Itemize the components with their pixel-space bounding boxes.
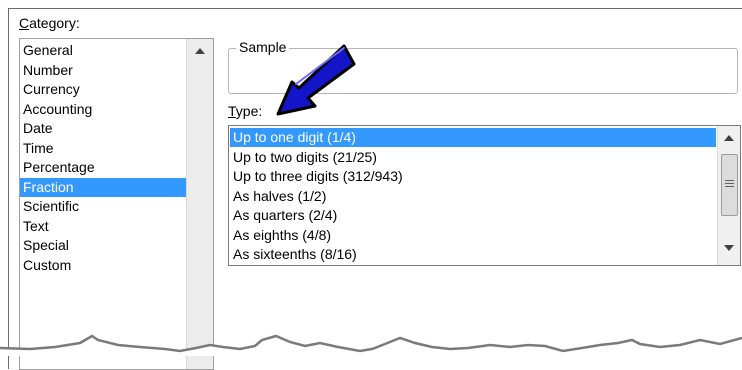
type-item-up-to-two-digits[interactable]: Up to two digits (21/25) [230, 148, 716, 167]
torn-edge [0, 334, 742, 356]
scroll-up-arrow-icon[interactable] [195, 48, 205, 54]
category-label: Category: [19, 15, 80, 31]
type-item-as-quarters[interactable]: As quarters (2/4) [230, 206, 716, 225]
type-item-up-to-three-digits[interactable]: Up to three digits (312/943) [230, 167, 716, 186]
scroll-thumb[interactable] [721, 154, 738, 216]
category-item-text[interactable]: Text [20, 217, 188, 236]
category-item-special[interactable]: Special [20, 236, 188, 255]
category-item-percentage[interactable]: Percentage [20, 158, 188, 177]
category-item-number[interactable]: Number [20, 61, 188, 80]
category-item-date[interactable]: Date [20, 119, 188, 138]
type-item-as-eighths[interactable]: As eighths (4/8) [230, 226, 716, 245]
category-item-time[interactable]: Time [20, 139, 188, 158]
scroll-up-arrow-icon[interactable] [724, 135, 734, 141]
type-item-as-halves[interactable]: As halves (1/2) [230, 187, 716, 206]
category-item-general[interactable]: General [20, 41, 188, 60]
scroll-down-arrow-icon[interactable] [724, 245, 734, 251]
category-item-custom[interactable]: Custom [20, 256, 188, 275]
category-item-fraction[interactable]: Fraction [20, 177, 188, 197]
category-item-accounting[interactable]: Accounting [20, 100, 188, 119]
type-list[interactable]: Up to one digit (1/4) Up to two digits (… [228, 125, 741, 266]
type-item-as-sixteenths[interactable]: As sixteenths (8/16) [230, 245, 716, 264]
type-label: Type: [228, 103, 263, 119]
pointer-arrow-icon [276, 44, 356, 116]
type-item-up-to-one-digit[interactable]: Up to one digit (1/4) [230, 128, 716, 147]
category-item-scientific[interactable]: Scientific [20, 197, 188, 216]
category-item-currency[interactable]: Currency [20, 80, 188, 99]
type-scrollbar[interactable] [717, 126, 740, 265]
